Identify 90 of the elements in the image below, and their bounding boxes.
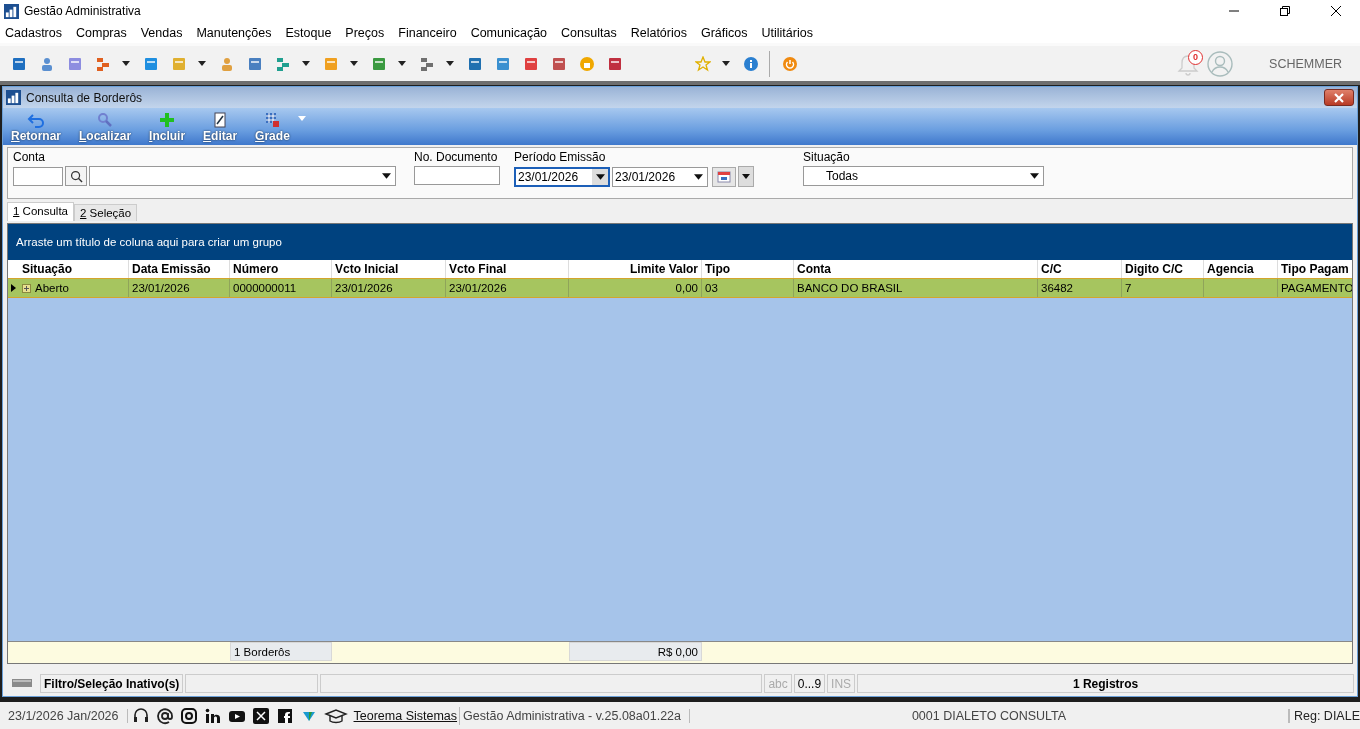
record-count: 1 Registros [857, 673, 1354, 693]
star-icon[interactable] [695, 55, 711, 72]
caret-icon [694, 173, 703, 180]
bell-icon[interactable] [1177, 52, 1200, 77]
menu-item[interactable]: Preços [345, 25, 385, 40]
caret-icon [382, 173, 391, 179]
caret-icon[interactable] [350, 61, 358, 66]
date-from-dropdown[interactable]: 23/01/2026 [514, 166, 610, 187]
plus-icon [158, 112, 177, 128]
window-title: Gestão Administrativa [24, 4, 141, 18]
company-name: 0001 DIALETO CONSULTA [690, 708, 1289, 723]
info-icon[interactable] [743, 55, 759, 72]
back-arrow-icon [27, 112, 45, 128]
headset-icon[interactable] [131, 706, 150, 725]
field-label: No. Documento [414, 150, 499, 164]
menu-item[interactable]: Manutenções [196, 25, 272, 40]
caret-icon [1030, 173, 1039, 179]
keyboard-icon [12, 679, 32, 687]
expand-icon[interactable] [22, 283, 31, 293]
date-text: 23/1/2026 Jan/2026 [0, 708, 128, 723]
menu-item[interactable]: Utilitários [761, 25, 813, 40]
menu-item[interactable]: Gráficos [700, 25, 748, 40]
row-pointer-icon [11, 284, 16, 292]
menu-item[interactable]: Consultas [561, 25, 617, 40]
menu-item[interactable]: Vendas [140, 25, 183, 40]
table-cell: 23/01/2026 [129, 279, 230, 297]
restore-icon[interactable] [1279, 5, 1291, 17]
filter-status: Filtro/Seleção Inativo(s) [40, 673, 184, 693]
table-cell: 03 [702, 279, 794, 297]
power-icon[interactable] [782, 55, 798, 72]
table-cell: 36482 [1038, 279, 1122, 297]
window-title: Consulta de Borderôs [26, 90, 143, 105]
menu-item[interactable]: Comunicação [470, 25, 548, 40]
tab[interactable]: 1 Consulta [7, 202, 74, 221]
caret-icon[interactable] [446, 61, 454, 66]
field-label: Período Emissão [514, 150, 607, 164]
user-name: SCHEMMER [1269, 56, 1342, 71]
table-cell: 0,00 [569, 279, 702, 297]
field-label: Situação [803, 150, 851, 164]
key-indicator: 0...9 [793, 673, 826, 693]
at-sign-icon[interactable] [155, 706, 174, 725]
field-label: Conta [13, 150, 47, 164]
table-cell: 23/01/2026 [332, 279, 446, 297]
grid-icon [263, 112, 282, 128]
company-link[interactable]: Teorema Sistemas [353, 708, 458, 723]
table-row[interactable]: Aberto 23/01/2026 0000000011 23/01/2026 23/01/2026 0,00 03 BANCO DO BRASIL 36482 7 PAGAMENTO [8, 278, 1352, 298]
menu-item[interactable]: Relatórios [630, 25, 687, 40]
graduation-cap-icon[interactable] [323, 706, 348, 725]
close-button[interactable] [1324, 89, 1354, 106]
table-cell: 7 [1122, 279, 1204, 297]
menu-item[interactable]: Compras [76, 25, 127, 40]
app-icon [4, 3, 19, 19]
menu-item[interactable]: Estoque [285, 25, 332, 40]
caret-icon[interactable] [302, 61, 310, 66]
facebook-icon[interactable] [275, 706, 294, 725]
caret-icon[interactable] [738, 166, 754, 187]
caret-icon[interactable] [722, 61, 730, 66]
key-indicator: INS [827, 673, 856, 693]
linkedin-icon[interactable] [203, 706, 222, 725]
search-button[interactable] [65, 166, 87, 186]
key-indicator: abc [764, 673, 792, 693]
table-cell: PAGAMENTO [1278, 279, 1352, 297]
app-icon [6, 90, 21, 105]
search-icon [69, 169, 83, 183]
table-cell: Aberto [19, 279, 129, 297]
document-number-field[interactable] [414, 166, 500, 185]
account-code-field[interactable] [13, 166, 63, 186]
version-text: Gestão Administrativa - v.25.08a01.22a [460, 708, 690, 723]
group-by-panel: Arraste um título de coluna aqui para criar um grupo [8, 224, 1352, 260]
status-dropdown[interactable]: Todas [803, 166, 1044, 186]
caret-icon[interactable] [122, 61, 130, 66]
close-icon [1333, 92, 1345, 103]
menu-item[interactable]: Cadastros [5, 25, 62, 40]
menu-item[interactable]: Financeiro [398, 25, 457, 40]
caret-icon[interactable] [398, 61, 406, 66]
table-cell: BANCO DO BRASIL [794, 279, 1038, 297]
table-cell: 0000000011 [230, 279, 332, 297]
summary-cell: 1 Borderôs [230, 642, 332, 661]
caret-icon[interactable] [198, 61, 206, 66]
summary-cell: R$ 0,00 [569, 642, 702, 661]
table-cell: 23/01/2026 [446, 279, 569, 297]
x-logo-icon[interactable] [251, 706, 270, 725]
date-to-dropdown[interactable]: 23/01/2026 [612, 166, 708, 187]
instagram-icon[interactable] [179, 706, 198, 725]
notification-badge: 0 [1188, 49, 1204, 65]
registration-text: Reg: DIALE [1289, 708, 1360, 723]
caret-icon [595, 173, 605, 180]
close-icon[interactable] [1330, 5, 1342, 17]
tab[interactable]: 2 Seleção [74, 204, 138, 221]
calendar-button[interactable] [712, 166, 736, 187]
